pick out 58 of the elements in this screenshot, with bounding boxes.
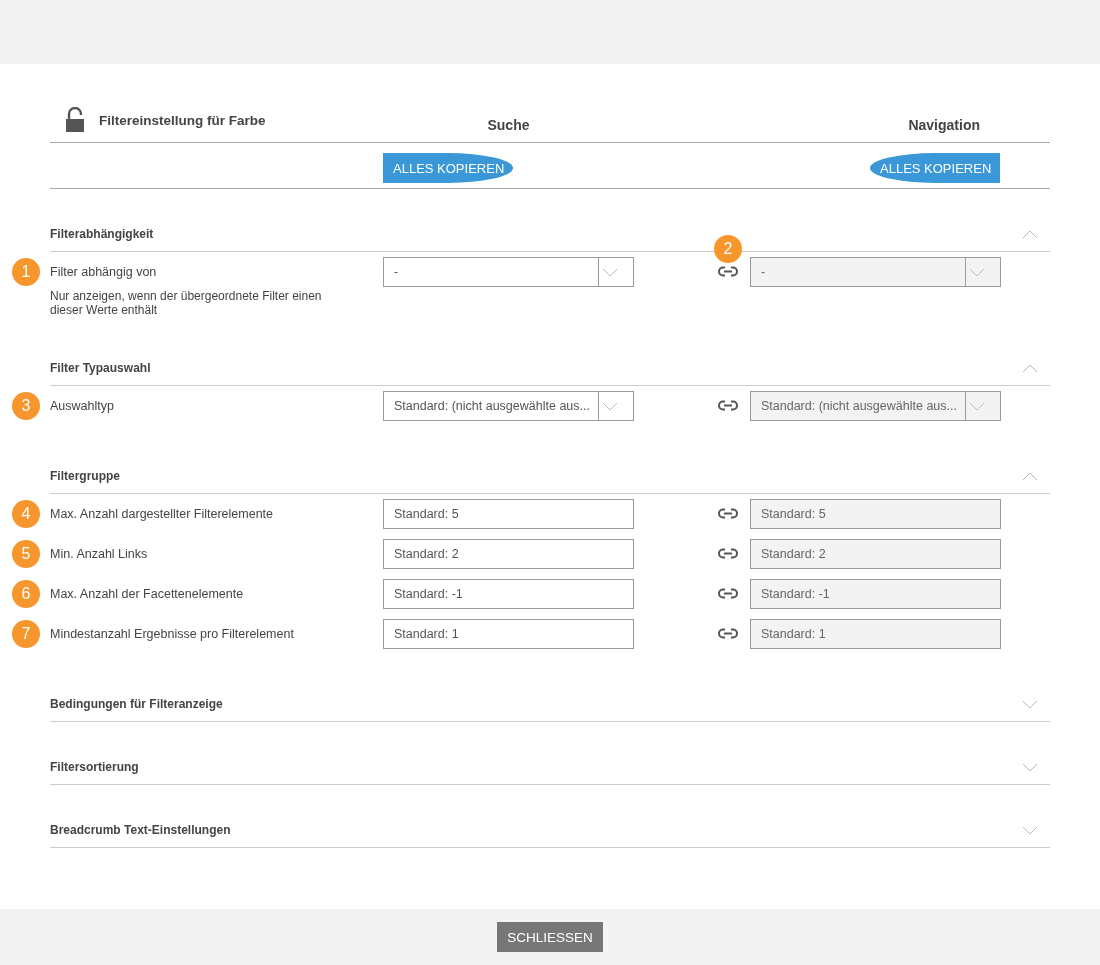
dialog-title: Filtereinstellung für Farbe bbox=[99, 112, 266, 128]
dropdown[interactable]: - bbox=[383, 257, 634, 287]
input-field[interactable]: Standard: 2 bbox=[750, 539, 1001, 569]
input-field[interactable]: Standard: 2 bbox=[383, 539, 634, 569]
dropdown-value: Standard: (nicht ausgewählte aus... bbox=[393, 399, 591, 413]
link-icon[interactable] bbox=[718, 628, 738, 639]
step-badge: 5 bbox=[12, 540, 40, 568]
input-field[interactable]: Standard: 5 bbox=[383, 499, 634, 529]
chevron-up-icon[interactable] bbox=[1022, 363, 1038, 373]
section-title: Filter Typauswahl bbox=[50, 361, 151, 375]
dropdown-value: - bbox=[760, 265, 767, 279]
section-title: Bedingungen für Filteranzeige bbox=[50, 697, 223, 711]
copy-all-button[interactable]: ALLES KOPIEREN bbox=[383, 153, 513, 183]
field-note: Nur anzeigen, wenn der übergeordnete Filter einen dieser Werte enthält bbox=[50, 289, 323, 317]
chevron-down-icon[interactable] bbox=[1022, 762, 1038, 772]
section-title: Filtergruppe bbox=[50, 469, 120, 483]
dropdown[interactable]: Standard: (nicht ausgewählte aus... bbox=[750, 391, 1001, 421]
close-button[interactable]: SCHLIESSEN bbox=[497, 922, 603, 952]
dropdown-value: Standard: (nicht ausgewählte aus... bbox=[760, 399, 958, 413]
input-field[interactable]: Standard: -1 bbox=[383, 579, 634, 609]
chevron-down-icon[interactable] bbox=[1022, 825, 1038, 835]
dropdown-value: - bbox=[393, 265, 400, 279]
step-badge: 6 bbox=[12, 580, 40, 608]
field-label: Min. Anzahl Links bbox=[50, 546, 149, 563]
field-label: Auswahltyp bbox=[50, 398, 115, 415]
step-badge: 4 bbox=[12, 500, 40, 528]
chevron-up-icon[interactable] bbox=[1022, 471, 1038, 481]
field-label: Filter abhängig von bbox=[50, 264, 158, 281]
field-label: Mindestanzahl Ergebnisse pro Filterelement bbox=[50, 626, 295, 643]
section-title: Breadcrumb Text-Einstellungen bbox=[50, 823, 231, 837]
input-field[interactable]: Standard: -1 bbox=[750, 579, 1001, 609]
link-icon[interactable] bbox=[718, 508, 738, 519]
dropdown[interactable]: Standard: (nicht ausgewählte aus... bbox=[383, 391, 634, 421]
field-label: Max. Anzahl der Facettenelemente bbox=[50, 586, 245, 603]
input-field[interactable]: Standard: 1 bbox=[750, 619, 1001, 649]
field-label: Max. Anzahl dargestellter Filterelemente bbox=[50, 506, 275, 523]
chevron-down-icon[interactable] bbox=[969, 401, 985, 411]
chevron-up-icon[interactable] bbox=[1022, 229, 1038, 239]
link-icon[interactable] bbox=[718, 588, 738, 599]
link-icon[interactable] bbox=[718, 400, 738, 411]
chevron-down-icon[interactable] bbox=[1022, 699, 1038, 709]
section-title: Filtersortierung bbox=[50, 760, 139, 774]
input-field[interactable]: Standard: 1 bbox=[383, 619, 634, 649]
step-badge: 3 bbox=[12, 392, 40, 420]
chevron-down-icon[interactable] bbox=[969, 267, 985, 277]
step-badge: 7 bbox=[12, 620, 40, 648]
link-icon[interactable] bbox=[718, 548, 738, 559]
chevron-down-icon[interactable] bbox=[602, 267, 618, 277]
step-badge: 2 bbox=[714, 235, 742, 263]
column-heading: Suche bbox=[486, 117, 531, 133]
chevron-down-icon[interactable] bbox=[602, 401, 618, 411]
section-title: Filterabhängigkeit bbox=[50, 227, 154, 241]
input-field[interactable]: Standard: 5 bbox=[750, 499, 1001, 529]
link-icon[interactable] bbox=[718, 266, 738, 277]
column-heading: Navigation bbox=[907, 117, 981, 133]
step-badge: 1 bbox=[12, 258, 40, 286]
copy-all-button[interactable]: ALLES KOPIEREN bbox=[870, 153, 1000, 183]
dropdown[interactable]: - bbox=[750, 257, 1001, 287]
